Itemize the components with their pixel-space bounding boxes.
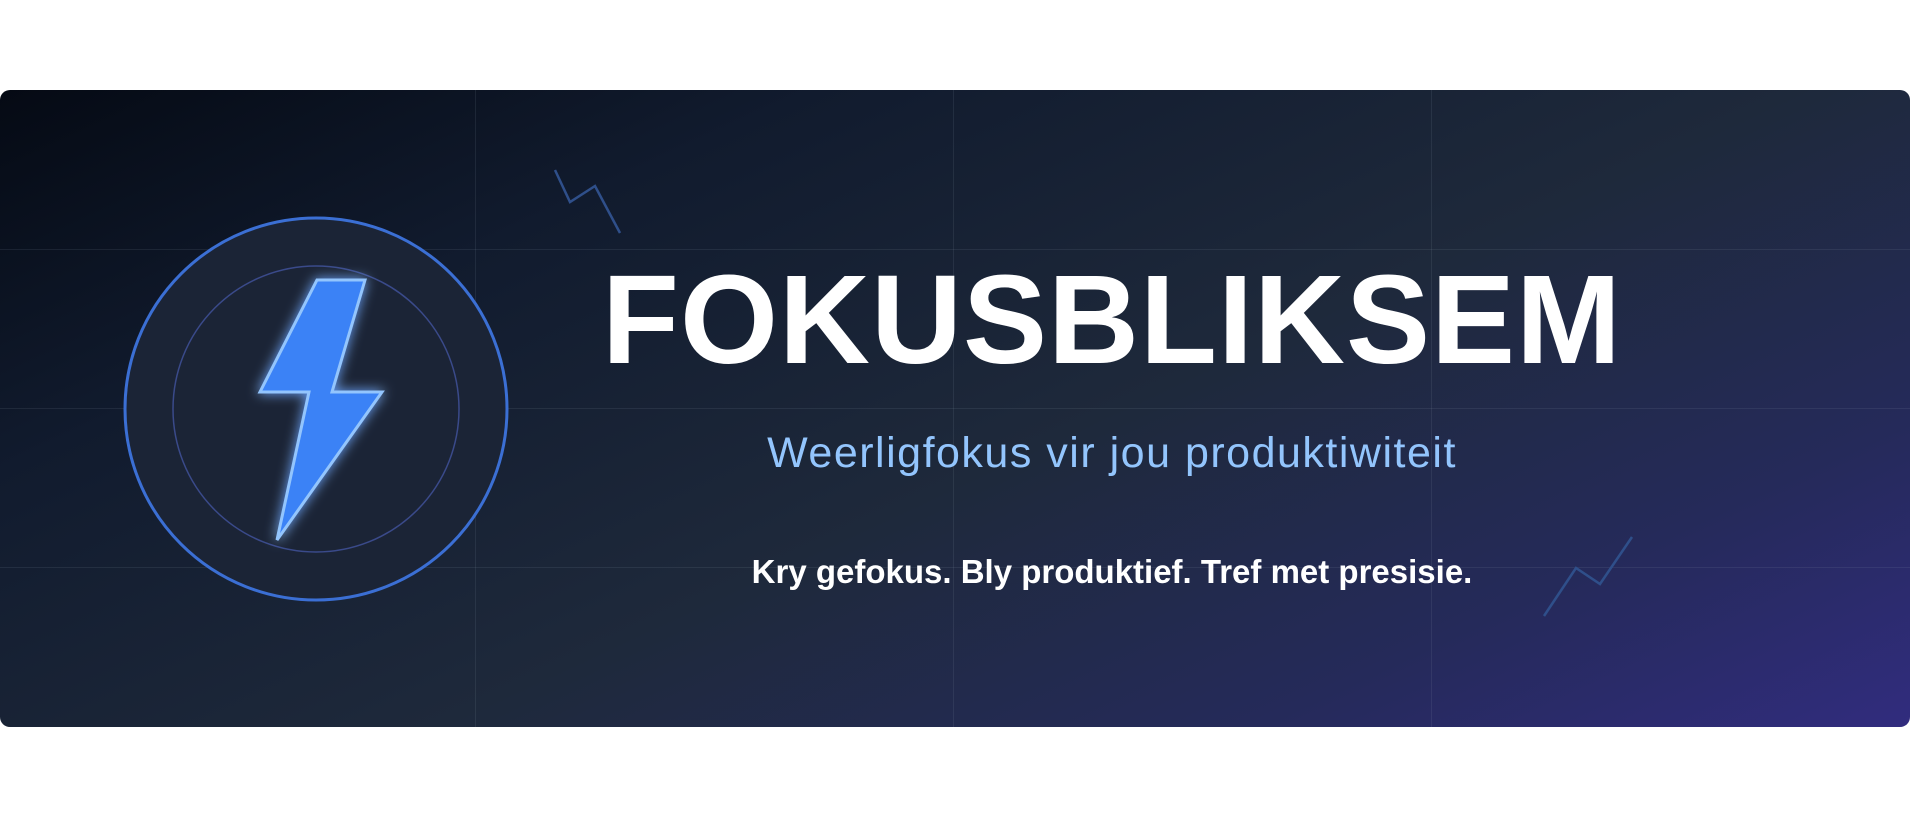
- page-title: FOKUSBLIKSEM: [602, 249, 1622, 390]
- subtitle: Weerligfokus vir jou produktiwiteit: [767, 429, 1457, 477]
- hero-banner: FOKUSBLIKSEM Weerligfokus vir jou produk…: [0, 90, 1910, 727]
- zigzag-lightning-icon: [553, 169, 622, 234]
- tagline: Kry gefokus. Bly produktief. Tref met pr…: [751, 553, 1473, 590]
